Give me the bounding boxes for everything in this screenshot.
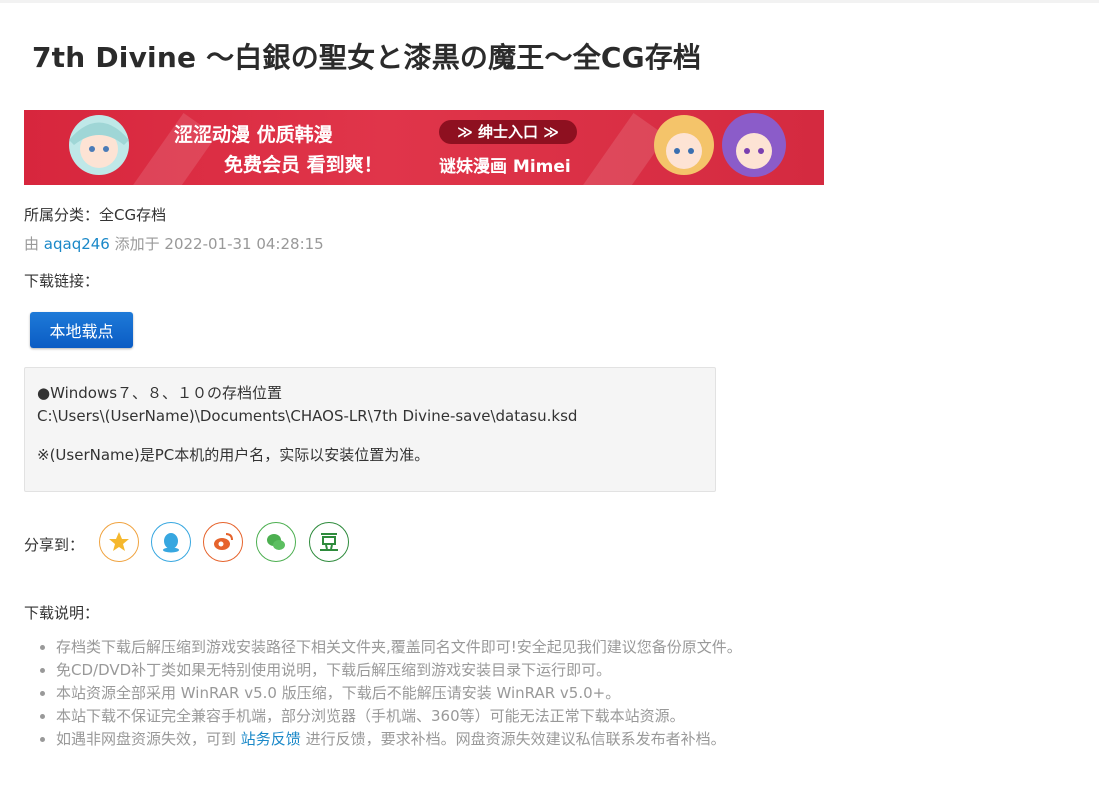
anime-girls-right-image — [654, 113, 786, 177]
qzone-icon[interactable] — [99, 522, 139, 562]
anime-girl-left-image — [69, 115, 129, 175]
save-location-note: ●Windows７、８、１０の存档位置 C:\Users\(UserName)\… — [24, 367, 716, 492]
qq-icon[interactable] — [151, 522, 191, 562]
author-line: 由 aqaq246 添加于 2022-01-31 04:28:15 — [24, 233, 324, 254]
category-value: 全CG存档 — [99, 206, 167, 224]
by-label: 由 — [24, 235, 40, 253]
share-label: 分享到： — [24, 536, 85, 554]
wechat-icon[interactable] — [256, 522, 296, 562]
page-title: 7th Divine ～白銀の聖女と漆黒の魔王～全CG存档 — [32, 41, 702, 74]
banner-line1: 涩涩动漫 优质韩漫 — [174, 124, 333, 146]
category-line: 所属分类：全CG存档 — [24, 204, 166, 225]
banner-line2: 免费会员 看到爽！ — [224, 154, 383, 176]
douban-icon[interactable] — [309, 522, 349, 562]
feedback-prefix: 如遇非网盘资源失效，可到 — [56, 730, 241, 748]
download-notes-list: 存档类下载后解压缩到游戏安装路径下相关文件夹,覆盖同名文件即可!安全起见我们建议… — [36, 636, 742, 751]
download-notes-title: 下载说明： — [24, 604, 100, 622]
download-label: 下载链接： — [24, 272, 100, 290]
author-link[interactable]: aqaq246 — [44, 235, 110, 253]
note-line3: ※(UserName)是PC本机的用户名，实际以安装位置为准。 — [37, 446, 430, 464]
banner-brand: 谜妹漫画 Mimei — [439, 157, 571, 177]
feedback-suffix: 进行反馈，要求补档。网盘资源失效建议私信联系发布者补档。 — [300, 730, 726, 748]
category-label: 所属分类： — [24, 206, 100, 224]
list-item: 本站下载不保证完全兼容手机端，部分浏览器（手机端、360等）可能无法正常下载本站… — [56, 705, 742, 728]
list-item: 如遇非网盘资源失效，可到 站务反馈 进行反馈，要求补档。网盘资源失效建议私信联系… — [56, 728, 742, 751]
note-line1: ●Windows７、８、１０の存档位置 — [37, 384, 283, 402]
note-path: C:\Users\(UserName)\Documents\CHAOS-LR\7… — [37, 407, 578, 425]
list-item: 存档类下载后解压缩到游戏安装路径下相关文件夹,覆盖同名文件即可!安全起见我们建议… — [56, 636, 742, 659]
list-item: 本站资源全部采用 WinRAR v5.0 版压缩，下载后不能解压请安装 WinR… — [56, 682, 742, 705]
added-date: 添加于 2022-01-31 04:28:15 — [114, 235, 324, 253]
ad-banner[interactable]: 涩涩动漫 优质韩漫 免费会员 看到爽！ ≫ 绅士入口 ≫ 谜妹漫画 Mimei — [24, 110, 824, 185]
list-item: 免CD/DVD补丁类如果无特别使用说明，下载后解压缩到游戏安装目录下运行即可。 — [56, 659, 742, 682]
banner-entry-button[interactable]: ≫ 绅士入口 ≫ — [439, 120, 577, 144]
local-download-button[interactable]: 本地载点 — [30, 312, 133, 348]
weibo-icon[interactable] — [203, 522, 243, 562]
top-divider — [0, 0, 1099, 3]
feedback-link[interactable]: 站务反馈 — [241, 730, 301, 748]
